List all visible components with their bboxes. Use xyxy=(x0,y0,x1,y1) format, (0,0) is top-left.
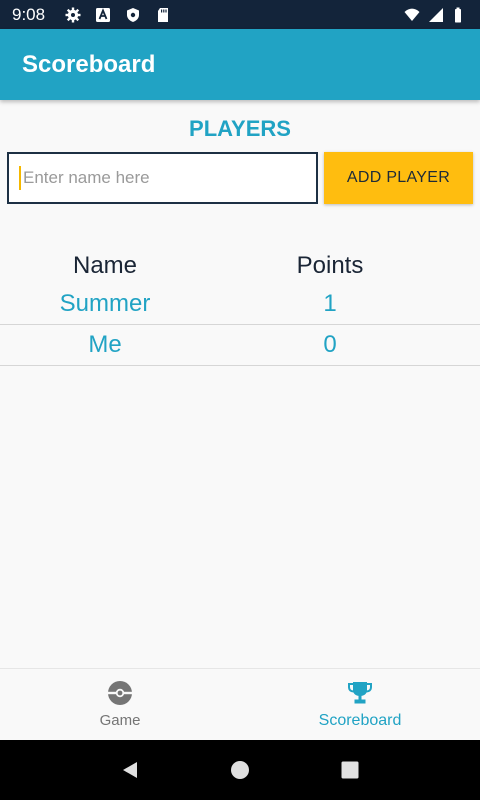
signal-icon xyxy=(429,7,443,22)
players-heading: PLAYERS xyxy=(189,116,291,141)
status-icons-left xyxy=(65,7,171,23)
player-name: Me xyxy=(88,331,122,358)
pokeball-icon xyxy=(108,681,132,705)
bottom-navigation: Game Scoreboard xyxy=(0,668,480,740)
status-bar: 9:08 xyxy=(0,0,480,29)
nav-item-scoreboard[interactable]: Scoreboard xyxy=(240,669,480,740)
recents-icon[interactable] xyxy=(340,760,360,780)
player-points: 1 xyxy=(323,290,337,317)
scoreboard-table: Name Points Summer 1 Me 0 xyxy=(0,248,480,366)
system-navigation-bar xyxy=(0,740,480,800)
add-player-button[interactable]: ADD PLAYER xyxy=(324,152,473,204)
player-points: 0 xyxy=(323,331,337,358)
player-name: Summer xyxy=(59,290,151,317)
status-time: 9:08 xyxy=(12,4,46,24)
table-row[interactable]: Summer 1 xyxy=(0,284,480,325)
shield-icon xyxy=(127,7,140,22)
points-column-header: Points xyxy=(296,252,364,279)
back-icon[interactable] xyxy=(120,760,140,780)
settings-icon xyxy=(65,7,81,22)
table-row[interactable]: Me 0 xyxy=(0,325,480,366)
status-icons-right xyxy=(404,7,468,23)
battery-icon xyxy=(455,7,461,22)
app-title: Scoreboard xyxy=(22,50,156,78)
nav-label-scoreboard: Scoreboard xyxy=(318,711,402,729)
wifi-icon xyxy=(404,8,420,21)
text-cursor xyxy=(19,166,21,190)
name-column-header: Name xyxy=(72,252,138,279)
app-bar: Scoreboard xyxy=(0,29,480,100)
nav-label-game: Game xyxy=(99,712,141,729)
text-a-icon xyxy=(96,7,111,22)
nav-item-game[interactable]: Game xyxy=(0,669,240,740)
name-input-container[interactable] xyxy=(7,152,318,204)
home-icon[interactable] xyxy=(230,760,250,780)
table-header: Name Points xyxy=(0,248,480,284)
player-name-input[interactable] xyxy=(23,168,303,188)
trophy-icon xyxy=(348,681,372,703)
sd-card-icon xyxy=(158,7,169,22)
